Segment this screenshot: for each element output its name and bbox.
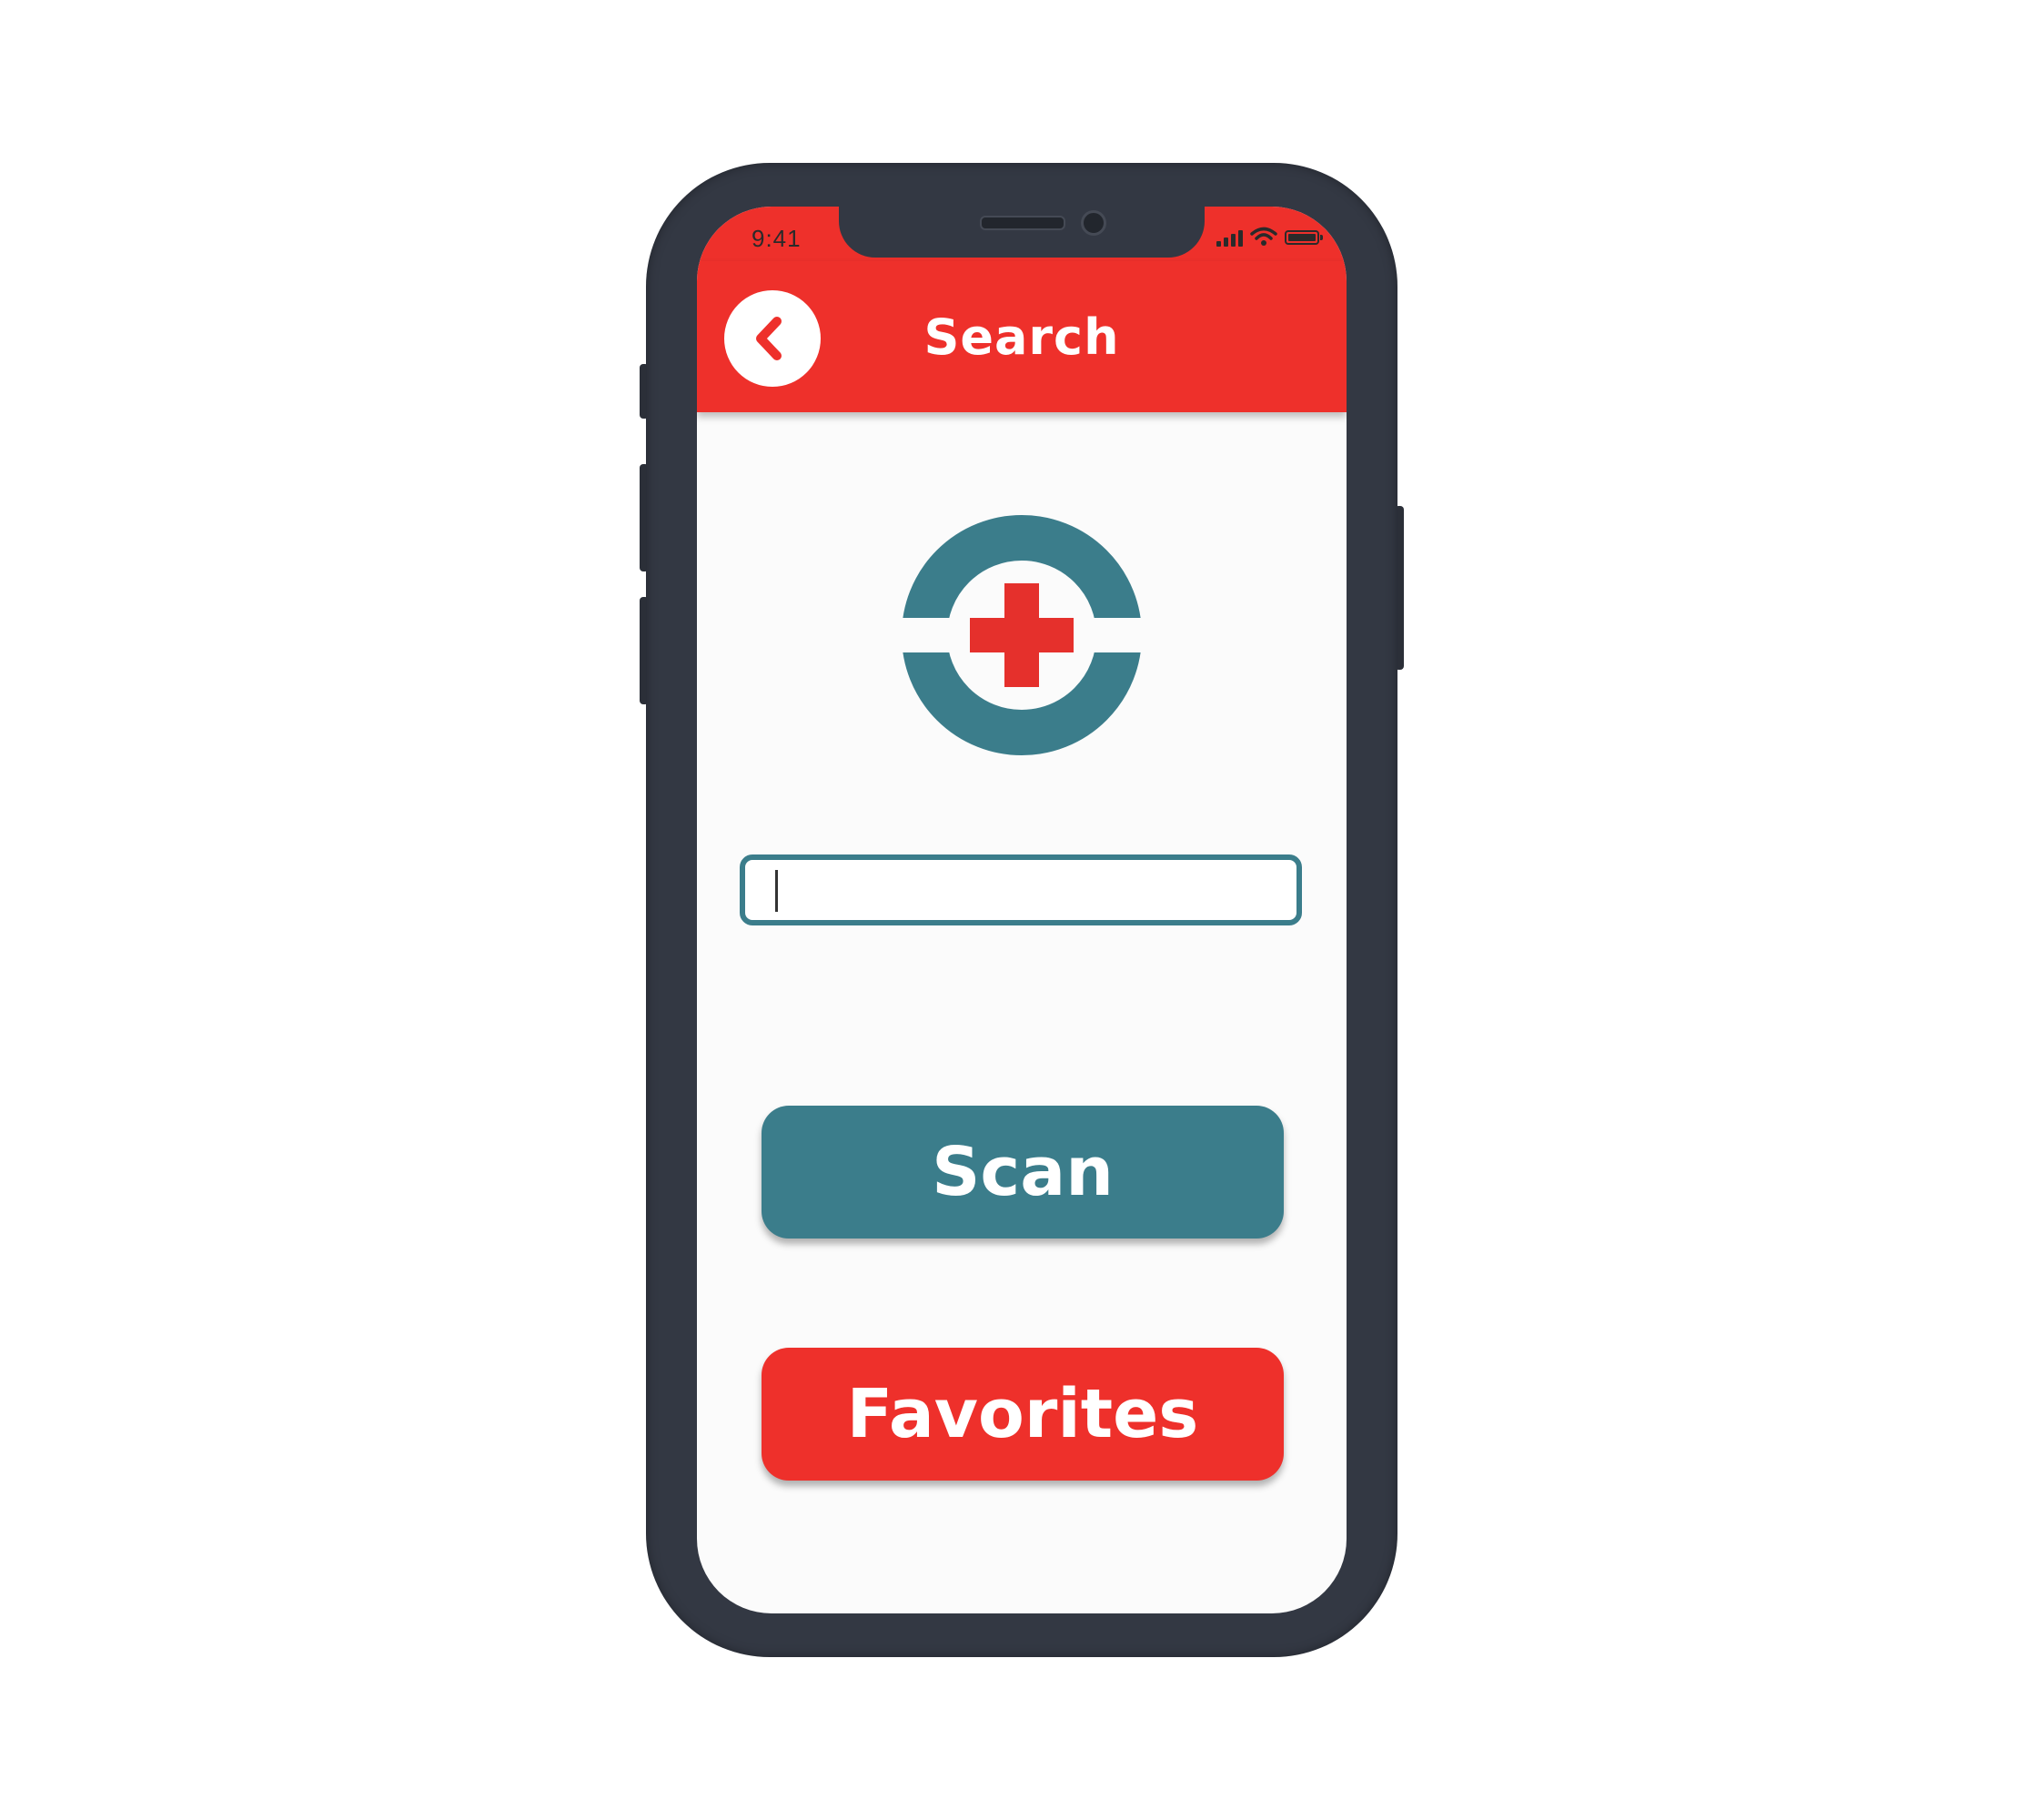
search-input[interactable] bbox=[740, 854, 1302, 925]
cellular-signal-icon bbox=[1216, 228, 1243, 247]
favorites-button[interactable]: Favorites bbox=[762, 1348, 1284, 1481]
scan-button[interactable]: Scan bbox=[762, 1106, 1284, 1239]
speaker-grille bbox=[980, 216, 1065, 230]
stage: 9:41 Search Scan Favorites bbox=[0, 0, 2038, 1820]
front-camera bbox=[1081, 210, 1106, 236]
app-screen: 9:41 Search Scan Favorites bbox=[697, 207, 1347, 1613]
wifi-icon bbox=[1250, 227, 1277, 246]
battery-icon bbox=[1285, 230, 1323, 245]
status-time: 9:41 bbox=[752, 225, 802, 252]
page-title: Search bbox=[923, 308, 1120, 366]
medical-cross-logo-icon bbox=[901, 515, 1143, 755]
text-caret bbox=[775, 870, 778, 912]
device-notch bbox=[839, 207, 1205, 258]
status-icons bbox=[1216, 227, 1323, 247]
